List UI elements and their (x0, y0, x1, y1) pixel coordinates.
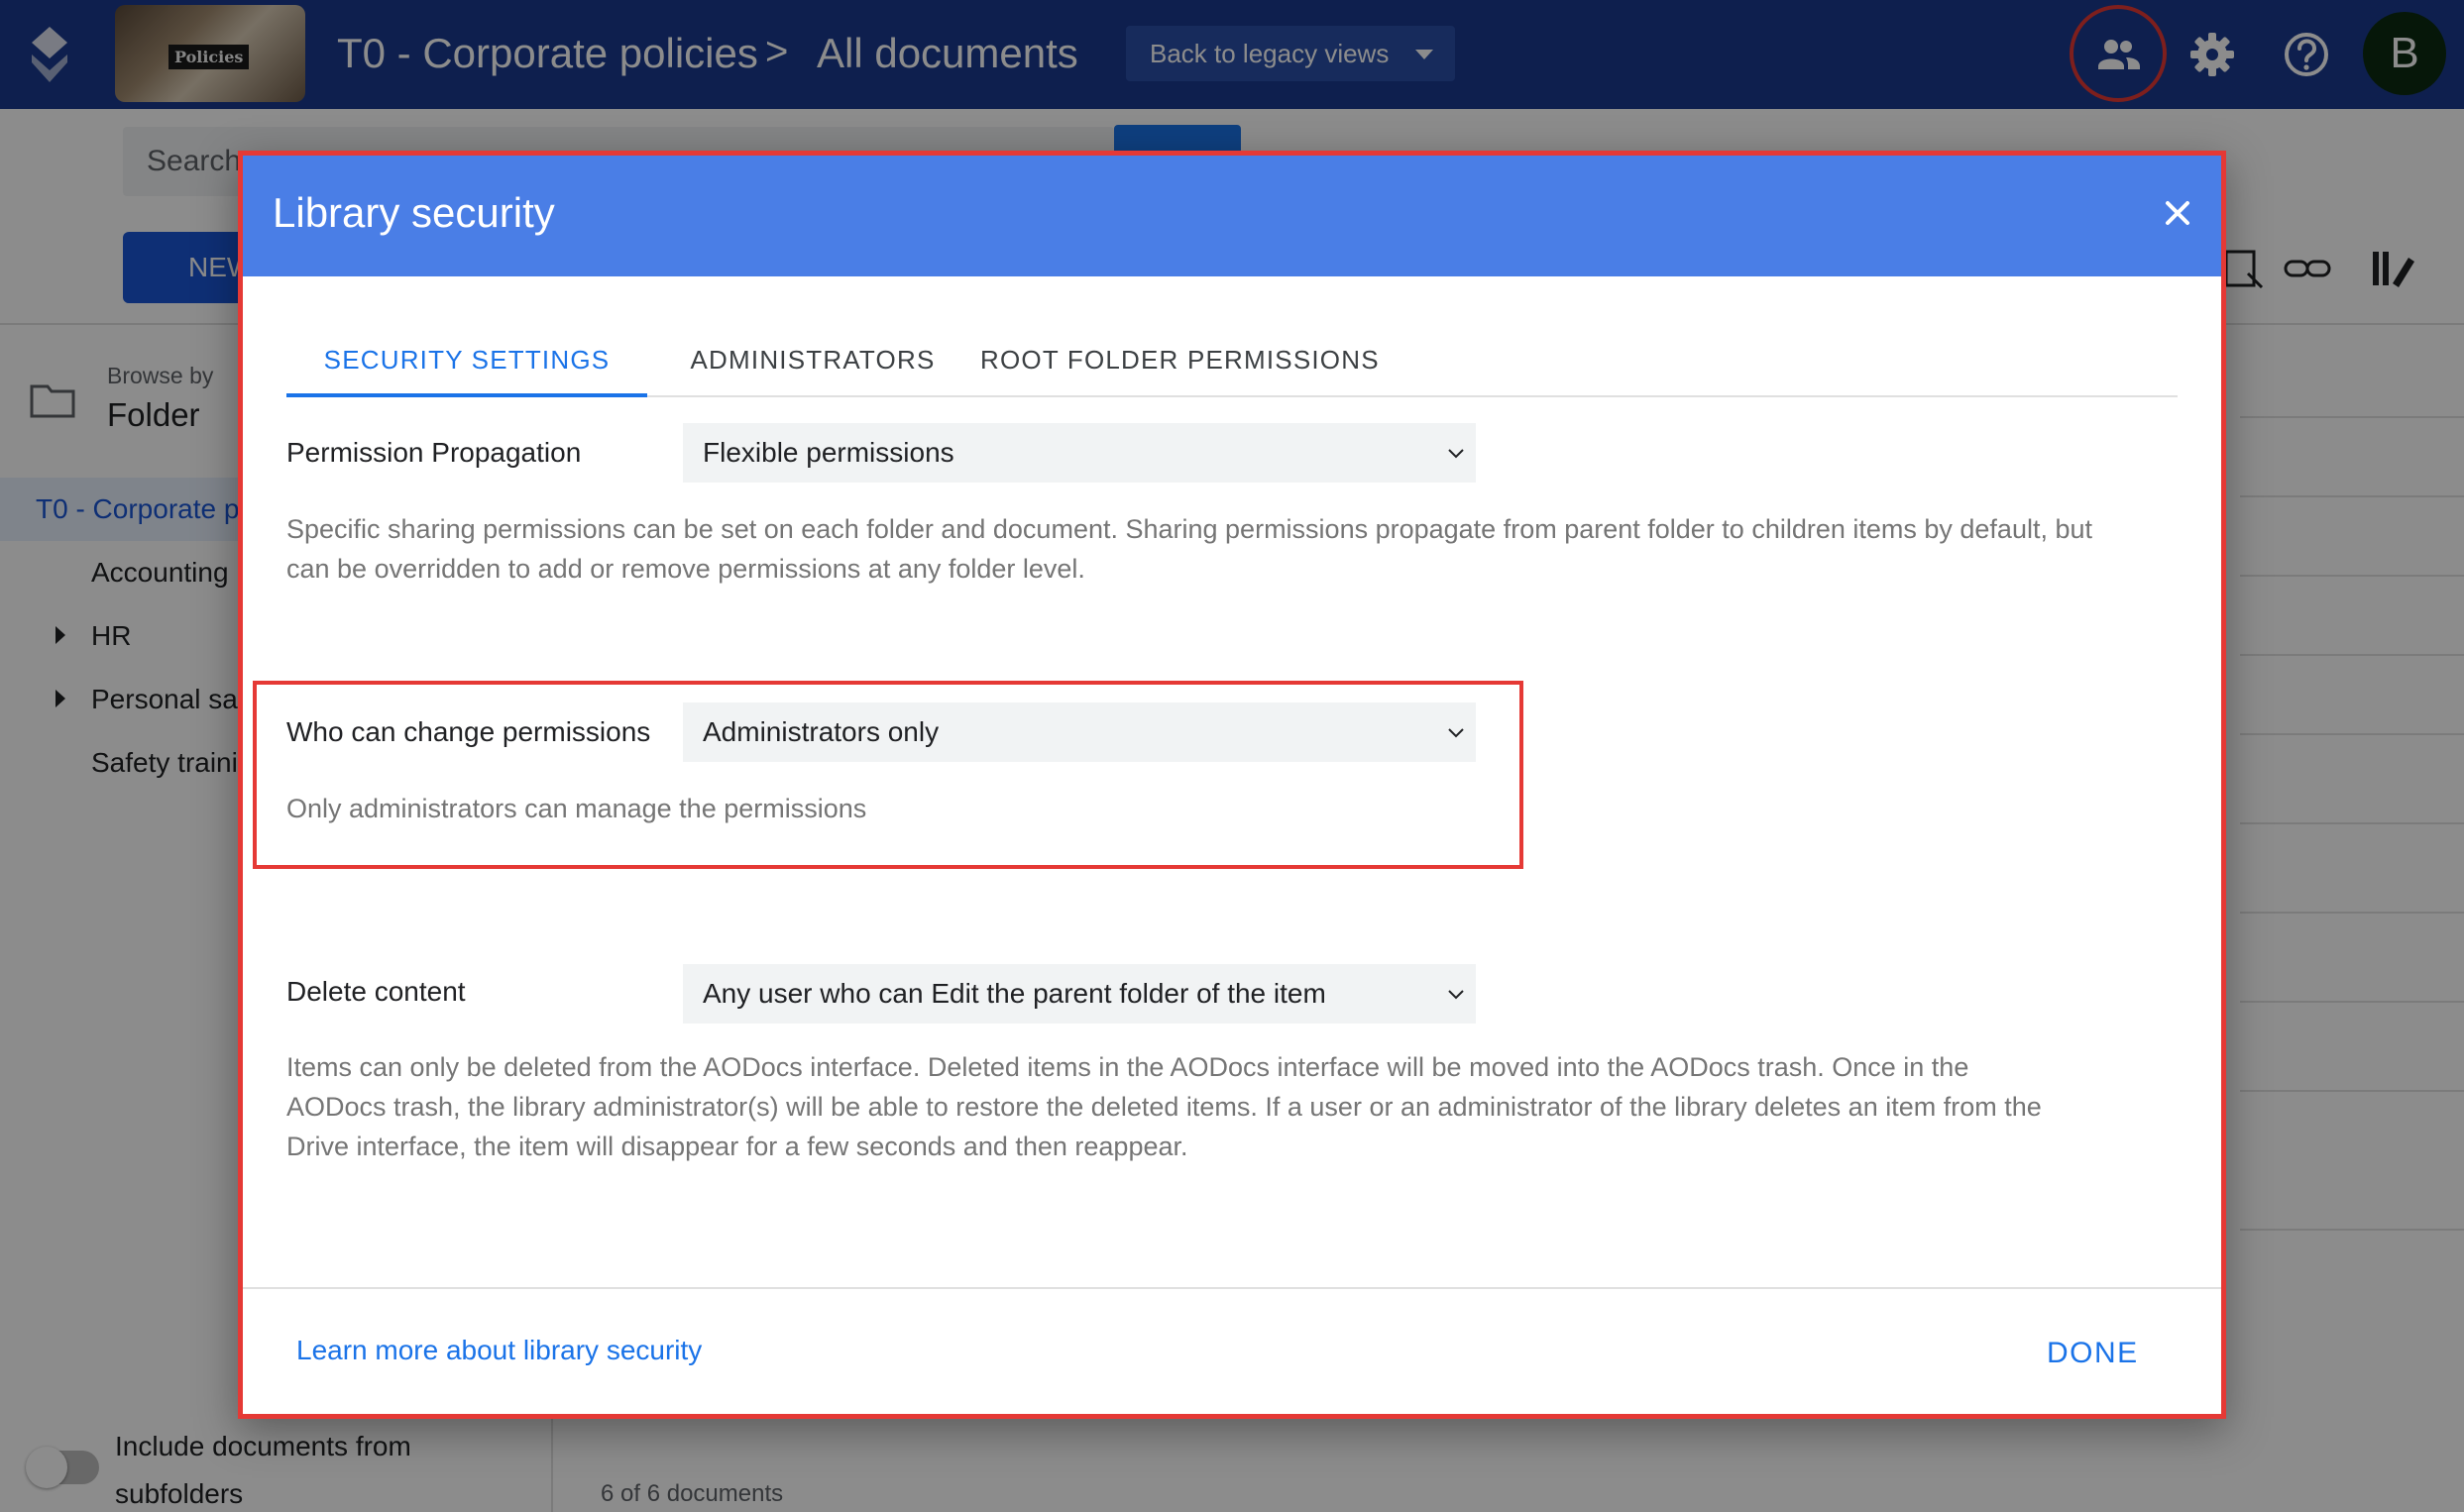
tab-security-settings[interactable]: SECURITY SETTINGS (286, 326, 647, 397)
chevron-down-icon (1448, 449, 1464, 459)
permission-propagation-select[interactable]: Flexible permissions (683, 423, 1476, 483)
tab-root-folder-permissions[interactable]: ROOT FOLDER PERMISSIONS (980, 326, 1379, 397)
learn-more-link[interactable]: Learn more about library security (296, 1335, 702, 1366)
dialog-header: Library security (243, 156, 2221, 276)
dialog-title: Library security (273, 189, 555, 236)
dialog-tabs: SECURITY SETTINGS ADMINISTRATORS ROOT FO… (286, 326, 2178, 397)
delete-content-value: Any user who can Edit the parent folder … (703, 978, 1326, 1009)
permission-propagation-help: Specific sharing permissions can be set … (286, 514, 2092, 584)
tab-administrators[interactable]: ADMINISTRATORS (681, 326, 945, 397)
done-button[interactable]: DONE (2047, 1337, 2139, 1370)
permission-propagation-value: Flexible permissions (703, 437, 954, 468)
permission-propagation-label: Permission Propagation (286, 437, 582, 468)
chevron-down-icon (1448, 728, 1464, 738)
close-icon[interactable] (2158, 193, 2197, 233)
who-can-change-select[interactable]: Administrators only (683, 702, 1476, 762)
delete-content-label: Delete content (286, 976, 466, 1007)
who-can-change-value: Administrators only (703, 716, 940, 747)
chevron-down-icon (1448, 990, 1464, 1000)
dialog-footer-divider (243, 1287, 2221, 1289)
library-security-dialog: Library security SECURITY SETTINGS ADMIN… (238, 151, 2226, 1419)
who-can-change-label: Who can change permissions (286, 716, 651, 747)
delete-content-help: Items can only be deleted from the AODoc… (286, 1052, 2042, 1161)
delete-content-select[interactable]: Any user who can Edit the parent folder … (683, 964, 1476, 1024)
who-can-change-help: Only administrators can manage the permi… (286, 794, 867, 823)
